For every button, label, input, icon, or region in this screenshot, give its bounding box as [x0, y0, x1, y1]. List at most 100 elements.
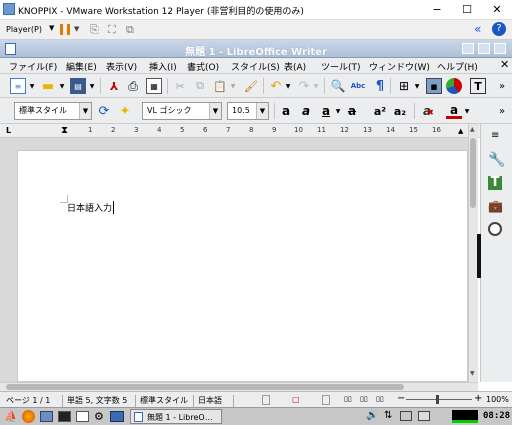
- horizontal-scroll-thumb[interactable]: [6, 384, 404, 390]
- writer-minimize-button[interactable]: [462, 43, 474, 54]
- monitor-icon[interactable]: [110, 411, 124, 422]
- subscript-icon[interactable]: a₂: [392, 103, 408, 119]
- status-page-count[interactable]: ページ 1 / 1: [6, 395, 50, 406]
- print-icon[interactable]: ⎙: [125, 78, 141, 94]
- player-menu-chevron-icon[interactable]: ▼: [49, 24, 54, 32]
- book-view-icon[interactable]: ▯▯: [376, 395, 384, 403]
- new-style-icon[interactable]: ✦: [117, 103, 133, 119]
- document-page[interactable]: 日本語入力: [17, 150, 468, 382]
- send-ctrl-alt-del-icon[interactable]: ⎘: [90, 23, 99, 37]
- unity-icon[interactable]: ⧉: [126, 23, 134, 37]
- pause-icon[interactable]: [60, 24, 70, 35]
- vm-maximize-button[interactable]: ☐: [452, 2, 482, 18]
- horizontal-ruler[interactable]: L ⧗ 1 2 3 4 5 6 7 8 9 10 11 12 13 14 15 …: [0, 124, 480, 138]
- firefox-icon[interactable]: [22, 410, 35, 423]
- paste-icon[interactable]: 📋: [212, 78, 228, 94]
- new-dropdown-icon[interactable]: ▼: [28, 78, 36, 94]
- cut-icon[interactable]: ✂: [172, 78, 188, 94]
- settings-icon[interactable]: ⚙: [94, 410, 104, 423]
- sidebar-collapse-handle[interactable]: [477, 234, 481, 278]
- insert-table-icon[interactable]: ⊞: [396, 78, 412, 94]
- toolbar-overflow-icon[interactable]: »: [494, 103, 510, 119]
- formatting-marks-icon[interactable]: ¶: [372, 78, 388, 94]
- underline-dropdown-icon[interactable]: ▼: [334, 103, 342, 119]
- redo-icon[interactable]: ↷: [296, 78, 312, 94]
- paragraph-style-dropdown-icon[interactable]: ▼: [79, 103, 91, 119]
- zoom-slider-thumb[interactable]: [436, 395, 439, 404]
- scroll-down-icon[interactable]: ▼: [470, 370, 475, 377]
- menu-file[interactable]: ファイル(F): [9, 60, 57, 73]
- scroll-up-icon[interactable]: ▲: [470, 126, 475, 133]
- vm-minimize-button[interactable]: −: [422, 2, 452, 18]
- update-style-icon[interactable]: ⟳: [96, 103, 112, 119]
- font-size-dropdown-icon[interactable]: ▼: [256, 103, 268, 119]
- status-language[interactable]: 日本語: [198, 395, 222, 406]
- menu-tools[interactable]: ツール(T): [321, 60, 361, 73]
- undo-icon[interactable]: ↶: [268, 78, 284, 94]
- styles-icon[interactable]: T: [488, 176, 502, 190]
- right-indent-marker[interactable]: ▲: [458, 127, 463, 135]
- gallery-icon[interactable]: 💼: [488, 199, 503, 213]
- menu-view[interactable]: 表示(V): [106, 60, 137, 73]
- zoom-out-icon[interactable]: −: [397, 393, 405, 404]
- start-menu-icon[interactable]: ⛵: [4, 410, 18, 423]
- font-name-combo[interactable]: VL ゴシック ▼: [142, 102, 222, 120]
- clock[interactable]: 08:28: [483, 411, 510, 421]
- sidebar-menu-icon[interactable]: ≡: [491, 130, 499, 141]
- menu-window[interactable]: ウィンドウ(W): [369, 60, 430, 73]
- clone-formatting-icon[interactable]: 🖌: [243, 78, 259, 94]
- font-color-icon[interactable]: a: [446, 103, 462, 119]
- status-word-count[interactable]: 単語 5, 文字数 5: [67, 395, 127, 406]
- zoom-in-icon[interactable]: +: [474, 393, 482, 404]
- menu-edit[interactable]: 編集(E): [66, 60, 97, 73]
- document-modified-icon[interactable]: ▢: [292, 395, 300, 404]
- menu-help[interactable]: ヘルプ(H): [437, 60, 478, 73]
- volume-icon[interactable]: 🔊: [366, 410, 378, 421]
- zoom-slider[interactable]: [406, 399, 472, 400]
- export-pdf-icon[interactable]: ⅄: [106, 78, 122, 94]
- paragraph-style-combo[interactable]: 標準スタイル ▼: [14, 102, 92, 120]
- menu-table[interactable]: 表(A): [284, 60, 306, 73]
- multi-page-view-icon[interactable]: ▯▯: [360, 395, 368, 403]
- superscript-icon[interactable]: a²: [372, 103, 388, 119]
- copy-icon[interactable]: ⧉: [192, 78, 208, 94]
- tray-app-icon[interactable]: [418, 411, 430, 421]
- writer-close-button[interactable]: [494, 43, 506, 54]
- document-text[interactable]: 日本語入力: [67, 201, 115, 214]
- menu-insert[interactable]: 挿入(I): [149, 60, 177, 73]
- insert-chart-icon[interactable]: [446, 78, 462, 94]
- new-document-icon[interactable]: ≡: [10, 78, 26, 94]
- print-preview-icon[interactable]: ▦: [146, 78, 162, 94]
- undo-dropdown-icon[interactable]: ▼: [284, 78, 292, 94]
- insert-mode-indicator[interactable]: [262, 395, 270, 405]
- find-replace-icon[interactable]: 🔍: [330, 78, 346, 94]
- fit-window-icon[interactable]: ⛶: [108, 23, 116, 37]
- bold-icon[interactable]: a: [278, 103, 294, 119]
- menu-format[interactable]: 書式(O): [187, 60, 219, 73]
- collapse-toolbar-icon[interactable]: «: [474, 22, 481, 36]
- font-name-dropdown-icon[interactable]: ▼: [209, 103, 221, 119]
- open-folder-icon[interactable]: ▬: [40, 78, 56, 94]
- font-size-combo[interactable]: 10.5 ▼: [227, 102, 269, 120]
- status-page-style[interactable]: 標準スタイル: [140, 395, 188, 406]
- save-dropdown-icon[interactable]: ▼: [88, 78, 96, 94]
- font-color-dropdown-icon[interactable]: ▼: [463, 103, 471, 119]
- horizontal-scrollbar[interactable]: [0, 382, 478, 391]
- help-icon[interactable]: ?: [492, 22, 506, 36]
- insert-textbox-icon[interactable]: T: [470, 78, 486, 94]
- file-manager-icon[interactable]: [40, 411, 53, 422]
- save-icon[interactable]: ▤: [70, 78, 86, 94]
- vm-close-button[interactable]: ✕: [482, 2, 512, 18]
- zoom-level[interactable]: 100%: [486, 395, 509, 404]
- terminal-icon[interactable]: [58, 411, 71, 422]
- writer-maximize-button[interactable]: [478, 43, 490, 54]
- paste-dropdown-icon[interactable]: ▼: [229, 78, 237, 94]
- italic-icon[interactable]: a: [298, 103, 314, 119]
- editor-icon[interactable]: [76, 411, 89, 422]
- insert-image-icon[interactable]: ▪: [426, 78, 442, 94]
- properties-icon[interactable]: 🔧: [488, 152, 505, 168]
- pause-dropdown-icon[interactable]: ▼: [74, 25, 79, 33]
- strikethrough-icon[interactable]: a: [344, 103, 360, 119]
- tray-window-icon[interactable]: [400, 411, 412, 421]
- signature-icon[interactable]: [322, 395, 330, 405]
